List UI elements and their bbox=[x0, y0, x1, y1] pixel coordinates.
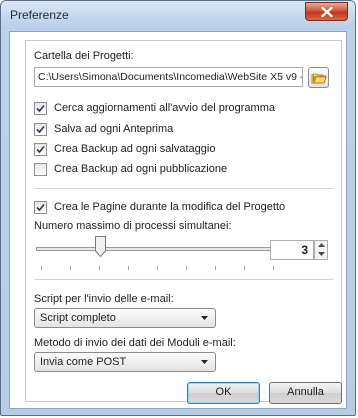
form-method-dropdown[interactable]: Invia come POST bbox=[34, 352, 216, 372]
email-script-dropdown[interactable]: Script completo bbox=[34, 308, 216, 328]
project-folder-label: Cartella dei Progetti: bbox=[34, 50, 134, 62]
dialog-client-area: Cartella dei Progetti: C:\Users\Simona\D… bbox=[9, 31, 347, 409]
checkbox-label: Crea Backup ad ogni salvataggio bbox=[54, 143, 216, 155]
form-method-label: Metodo di invio dei dati dei Moduli e-ma… bbox=[34, 337, 236, 349]
checkmark-icon bbox=[36, 125, 45, 134]
browse-folder-button[interactable] bbox=[308, 67, 329, 88]
checkbox-label: Salva ad ogni Anteprima bbox=[54, 123, 174, 135]
ok-button[interactable]: OK bbox=[187, 382, 260, 404]
arrow-down-icon bbox=[318, 252, 325, 256]
checkbox-label: Crea Backup ad ogni pubblicazione bbox=[54, 163, 228, 175]
arrow-up-icon bbox=[318, 243, 325, 247]
checkmark-icon bbox=[36, 104, 45, 113]
settings-panel: Cartella dei Progetti: C:\Users\Simona\D… bbox=[25, 40, 342, 402]
checkbox-box[interactable] bbox=[34, 163, 47, 176]
email-script-value: Script completo bbox=[40, 312, 116, 324]
slider-tick bbox=[157, 266, 158, 270]
ok-button-label: OK bbox=[215, 386, 232, 398]
checkmark-icon bbox=[36, 203, 45, 212]
chevron-down-icon bbox=[201, 316, 208, 320]
slider-tick bbox=[128, 266, 129, 270]
cancel-button-label: Annulla bbox=[287, 386, 324, 398]
slider-tick bbox=[70, 266, 71, 270]
folder-open-icon bbox=[311, 73, 327, 84]
project-folder-field[interactable]: C:\Users\Simona\Documents\Incomedia\WebS… bbox=[34, 67, 303, 87]
checkmark-icon bbox=[36, 145, 45, 154]
slider-tick bbox=[186, 266, 187, 270]
close-button[interactable] bbox=[305, 2, 348, 21]
slider-tick bbox=[244, 266, 245, 270]
close-icon bbox=[321, 7, 333, 17]
slider-tick bbox=[273, 266, 274, 270]
form-method-value: Invia come POST bbox=[40, 356, 127, 368]
cancel-button[interactable]: Annulla bbox=[269, 382, 342, 404]
checkbox-label: Crea le Pagine durante la modifica del P… bbox=[54, 201, 286, 213]
separator bbox=[34, 279, 333, 280]
slider-tick bbox=[99, 266, 100, 270]
chevron-down-icon bbox=[201, 360, 208, 364]
title-bar[interactable]: Preferenze bbox=[1, 1, 355, 29]
email-script-label: Script per l'invio delle e-mail: bbox=[34, 293, 174, 305]
separator bbox=[34, 188, 333, 189]
max-processes-label: Numero massimo di processi simultanei: bbox=[34, 220, 232, 232]
spin-up-button[interactable] bbox=[315, 241, 327, 250]
checkbox-box[interactable] bbox=[34, 123, 47, 136]
max-processes-input[interactable]: 3 bbox=[270, 240, 314, 260]
max-processes-spinner[interactable] bbox=[314, 240, 328, 260]
window-title: Preferenze bbox=[10, 8, 69, 22]
slider-thumb[interactable] bbox=[94, 236, 106, 258]
slider-tick bbox=[41, 266, 42, 270]
checkbox-label: Cerca aggiornamenti all'avvio del progra… bbox=[54, 102, 275, 114]
preferences-window: Preferenze Cartella dei Progetti: C:\Use… bbox=[0, 0, 356, 416]
spin-down-button[interactable] bbox=[315, 250, 327, 259]
checkbox-box[interactable] bbox=[34, 201, 47, 214]
slider-track[interactable] bbox=[36, 247, 282, 251]
checkbox-box[interactable] bbox=[34, 102, 47, 115]
checkbox-box[interactable] bbox=[34, 143, 47, 156]
slider-tick bbox=[215, 266, 216, 270]
